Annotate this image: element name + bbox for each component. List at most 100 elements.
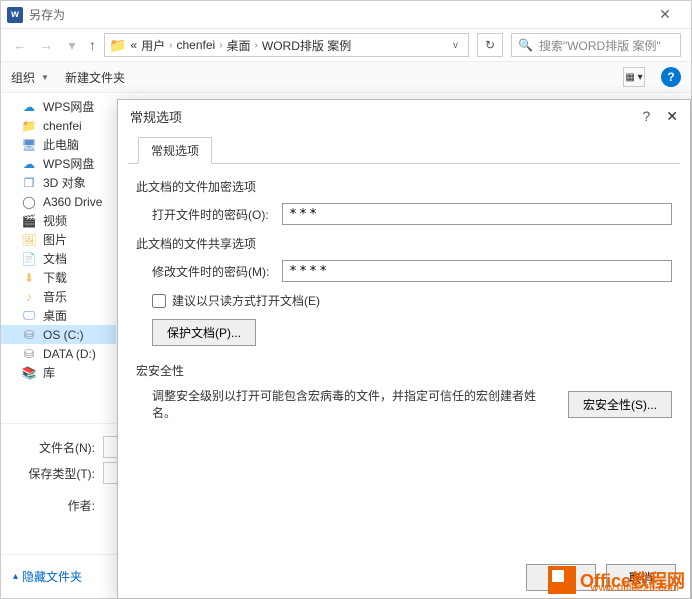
sidebar-item-a360[interactable]: ◯ A360 Drive — [1, 192, 116, 211]
sidebar-item-wps2[interactable]: ☁WPS网盘 — [1, 154, 116, 173]
dialog-title: 常规选项 — [130, 107, 642, 126]
dialog-body: 此文档的文件加密选项 打开文件时的密码(O): 此文档的文件共享选项 修改文件时… — [118, 164, 690, 556]
toolbar: 组织 ▼ 新建文件夹 ▦ ▾ ? — [1, 61, 691, 93]
sidebar-item-label: 此电脑 — [43, 136, 79, 153]
titlebar: w 另存为 ✕ — [1, 1, 691, 29]
cloud-icon: ☁ — [21, 100, 37, 114]
pictures-icon: 🖼 — [21, 233, 37, 247]
folder-icon: 📁 — [109, 37, 126, 54]
sidebar-item-library[interactable]: 📚库 — [1, 363, 116, 382]
dialog-tabbar: 常规选项 — [128, 136, 680, 164]
filetype-label: 保存类型(T): — [13, 465, 103, 482]
video-icon: 🎬 — [21, 214, 37, 228]
refresh-icon[interactable]: ↻ — [477, 33, 503, 57]
modify-password-input[interactable] — [282, 260, 672, 282]
sidebar-item-downloads[interactable]: ⬇ 下载 — [1, 268, 116, 287]
navbar: ← → ▾ ↑ 📁 « 用户 › chenfei › 桌面 › WORD排版 案… — [1, 29, 691, 61]
readonly-checkbox[interactable] — [152, 294, 166, 308]
sidebar-item-wps[interactable]: ☁ WPS网盘 — [1, 97, 116, 116]
macro-description: 调整安全级别以打开可能包含宏病毒的文件，并指定可信任的宏创建者姓名。 — [152, 387, 556, 421]
author-label: 作者: — [13, 497, 103, 514]
tab-general[interactable]: 常规选项 — [138, 137, 212, 164]
sidebar-item-documents[interactable]: 📄 文档 — [1, 249, 116, 268]
sidebar-item-label: 文档 — [43, 250, 67, 267]
chevron-right-icon: › — [169, 40, 172, 51]
library-icon: 📚 — [21, 366, 37, 380]
open-password-label: 打开文件时的密码(O): — [152, 206, 282, 223]
sidebar-item-label: WPS网盘 — [43, 98, 94, 115]
readonly-label: 建议以只读方式打开文档(E) — [172, 292, 320, 309]
folder-icon: 📁 — [21, 119, 37, 133]
sidebar-item-label: chenfei — [43, 119, 82, 133]
sidebar-item-data-d[interactable]: ⛁ DATA (D:) — [1, 344, 116, 363]
sidebar-item-chenfei[interactable]: 📁 chenfei — [1, 116, 116, 135]
sidebar-item-label: 视频 — [43, 212, 67, 229]
close-icon[interactable]: ✕ — [645, 6, 685, 23]
sidebar-item-label: 3D 对象 — [43, 174, 86, 191]
watermark: Office教程网 www.office26.com — [548, 566, 685, 594]
open-password-input[interactable] — [282, 203, 672, 225]
sidebar-item-label: DATA (D:) — [43, 347, 96, 361]
word-icon: w — [7, 7, 23, 23]
crumb-prefix: « — [130, 38, 137, 52]
sidebar-item-thispc[interactable]: 🖥 此电脑 — [1, 135, 116, 154]
sidebar-item-music[interactable]: ♪ 音乐 — [1, 287, 116, 306]
section-macro-title: 宏安全性 — [136, 362, 672, 379]
sidebar-item-label: WPS网盘 — [43, 155, 94, 172]
documents-icon: 📄 — [21, 252, 37, 266]
back-icon[interactable]: ← — [11, 37, 29, 53]
drive-icon: ⛁ — [21, 328, 37, 342]
sidebar-item-os-c[interactable]: ⛁ OS (C:) — [1, 325, 116, 344]
sidebar-item-label: 下载 — [43, 269, 67, 286]
help-icon[interactable]: ? — [661, 67, 681, 87]
sidebar-item-video[interactable]: 🎬 视频 — [1, 211, 116, 230]
sidebar-item-label: 图片 — [43, 231, 67, 248]
chevron-right-icon: › — [219, 40, 222, 51]
dialog-close-icon[interactable]: ✕ — [666, 108, 678, 125]
search-placeholder: 搜索"WORD排版 案例" — [539, 37, 661, 54]
modify-password-label: 修改文件时的密码(M): — [152, 263, 282, 280]
sidebar: ☁WPS网盘 📁chenfei 🖥此电脑 ☁WPS网盘 ❒3D 对象 ◯A360… — [1, 93, 116, 423]
crumb-chenfei[interactable]: chenfei — [176, 38, 215, 52]
macro-security-button[interactable]: 宏安全性(S)... — [568, 391, 672, 418]
section-share-title: 此文档的文件共享选项 — [136, 235, 672, 252]
organize-dropdown-icon[interactable]: ▼ — [41, 73, 49, 82]
chevron-up-icon: ▴ — [13, 571, 18, 582]
newfolder-button[interactable]: 新建文件夹 — [65, 69, 125, 86]
view-button[interactable]: ▦ ▾ — [623, 67, 645, 87]
sidebar-item-label: OS (C:) — [43, 328, 84, 342]
music-icon: ♪ — [21, 290, 37, 304]
drive-icon: ◯ — [21, 195, 37, 209]
sidebar-item-label: A360 Drive — [43, 195, 102, 209]
crumb-users[interactable]: 用户 — [141, 37, 165, 54]
general-options-dialog: 常规选项 ? ✕ 常规选项 此文档的文件加密选项 打开文件时的密码(O): 此文… — [117, 99, 691, 599]
dialog-titlebar: 常规选项 ? ✕ — [118, 100, 690, 132]
sidebar-item-pictures[interactable]: 🖼 图片 — [1, 230, 116, 249]
forward-icon[interactable]: → — [37, 37, 55, 53]
path-box[interactable]: 📁 « 用户 › chenfei › 桌面 › WORD排版 案例 v — [104, 33, 469, 57]
sidebar-item-3d[interactable]: ❒ 3D 对象 — [1, 173, 116, 192]
recent-icon[interactable]: ▾ — [63, 37, 81, 54]
sidebar-item-desktop[interactable]: 🖵 桌面 — [1, 306, 116, 325]
office-logo-icon — [548, 566, 576, 594]
chevron-right-icon: › — [255, 40, 258, 51]
section-encrypt-title: 此文档的文件加密选项 — [136, 178, 672, 195]
downloads-icon: ⬇ — [21, 271, 37, 285]
search-icon: 🔍 — [518, 38, 533, 52]
filename-label: 文件名(N): — [13, 439, 103, 456]
search-input[interactable]: 🔍 搜索"WORD排版 案例" — [511, 33, 681, 57]
sidebar-item-label: 桌面 — [43, 307, 67, 324]
hide-folders-button[interactable]: 隐藏文件夹 — [22, 568, 82, 585]
up-icon[interactable]: ↑ — [89, 37, 96, 53]
path-dropdown-icon[interactable]: v — [447, 40, 464, 51]
dialog-help-icon[interactable]: ? — [642, 108, 650, 124]
crumb-folder[interactable]: WORD排版 案例 — [262, 37, 351, 54]
pc-icon: 🖥 — [21, 138, 37, 152]
crumb-desktop[interactable]: 桌面 — [227, 37, 251, 54]
cube-icon: ❒ — [21, 176, 37, 190]
protect-document-button[interactable]: 保护文档(P)... — [152, 319, 256, 346]
organize-button[interactable]: 组织 — [11, 69, 35, 86]
desktop-icon: 🖵 — [21, 308, 37, 323]
sidebar-item-label: 音乐 — [43, 288, 67, 305]
drive-icon: ⛁ — [21, 347, 37, 361]
